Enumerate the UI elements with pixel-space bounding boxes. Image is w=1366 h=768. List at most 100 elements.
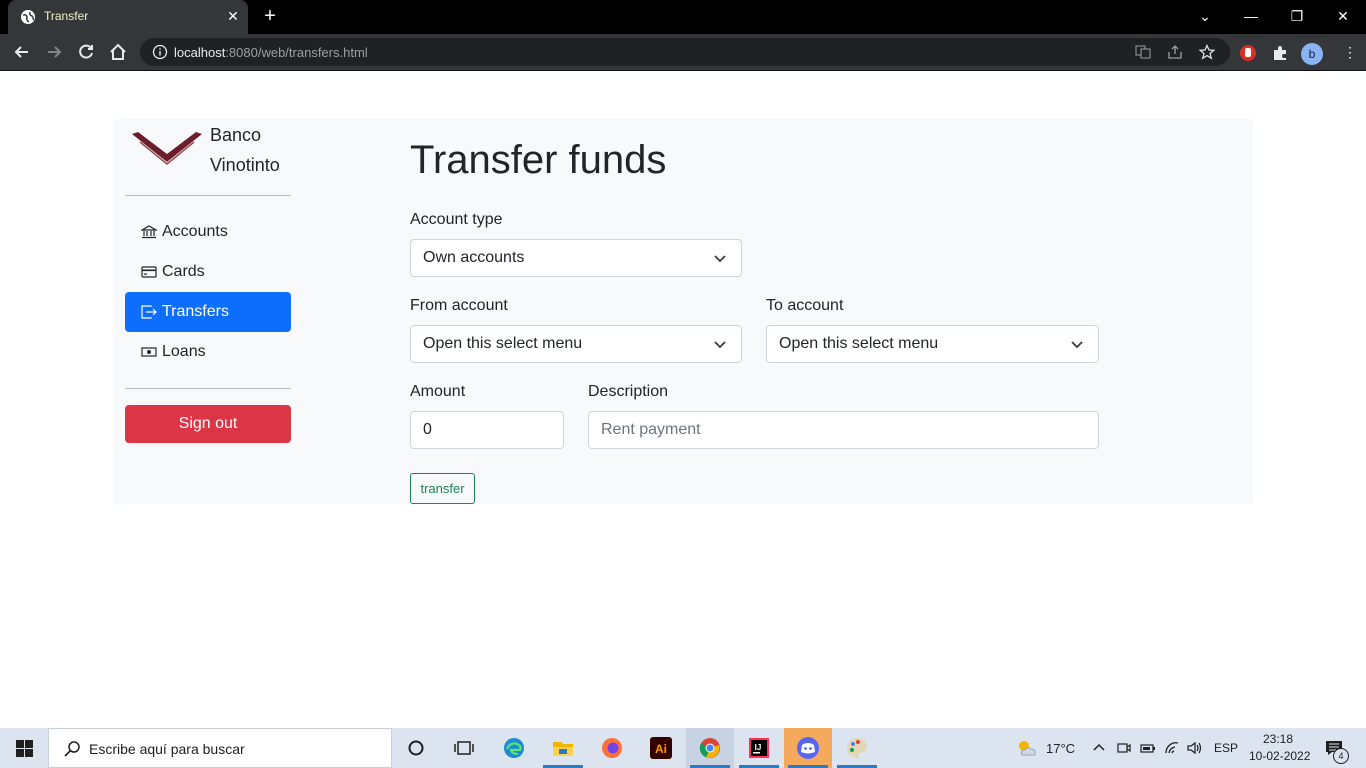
- clock-date[interactable]: 10-02-2022: [1249, 749, 1310, 763]
- description-placeholder: Rent payment: [601, 421, 701, 438]
- chevron-down-icon: [714, 341, 726, 349]
- illustrator-app[interactable]: Ai: [637, 728, 685, 768]
- chrome-divider: [0, 70, 1366, 71]
- site-info-icon[interactable]: [152, 44, 168, 60]
- taskbar-search-placeholder: Escribe aquí para buscar: [89, 741, 245, 757]
- intellij-icon: IJ: [749, 738, 769, 758]
- wifi-icon[interactable]: [1164, 740, 1180, 756]
- globe-icon: [21, 10, 35, 24]
- extension-red-icon[interactable]: [1239, 44, 1257, 62]
- battery-icon[interactable]: [1140, 740, 1156, 756]
- window-close-icon[interactable]: ✕: [1333, 6, 1353, 26]
- chevron-up-icon[interactable]: [1091, 740, 1107, 756]
- brand-name-line2: Vinotinto: [210, 155, 280, 175]
- account-type-select[interactable]: Own accounts: [410, 239, 742, 277]
- cortana-app[interactable]: [392, 728, 440, 768]
- to-account-label: To account: [766, 297, 844, 314]
- file-explorer-app[interactable]: [539, 728, 587, 768]
- firefox-icon: [602, 738, 622, 758]
- sidebar-item-label: Loans: [162, 343, 206, 360]
- sidebar-item-loans[interactable]: Loans: [125, 332, 291, 372]
- meet-now-icon[interactable]: [1116, 740, 1132, 756]
- minimize-icon[interactable]: —: [1241, 6, 1261, 26]
- paint-app[interactable]: [833, 728, 881, 768]
- intellij-app[interactable]: IJ: [735, 728, 783, 768]
- extensions-puzzle-icon[interactable]: [1271, 44, 1289, 62]
- translate-icon[interactable]: [1135, 44, 1151, 60]
- notification-count-badge: 4: [1333, 748, 1349, 764]
- from-account-value: Open this select menu: [423, 335, 583, 352]
- search-icon: [64, 741, 80, 757]
- os-taskbar: Escribe aquí para buscar Ai IJ 17°C ESP …: [0, 728, 1366, 768]
- firefox-app[interactable]: [588, 728, 636, 768]
- account-type-label: Account type: [410, 211, 503, 228]
- to-account-value: Open this select menu: [779, 335, 939, 352]
- box-arrow-right-icon: [141, 305, 157, 319]
- weather-temperature: 17°C: [1046, 741, 1076, 756]
- tab-title: Transfer: [44, 9, 89, 23]
- tab-close-icon[interactable]: ✕: [224, 7, 242, 25]
- chevron-down-icon: [714, 255, 726, 263]
- sidebar-divider: [125, 195, 291, 196]
- restore-icon[interactable]: ❐: [1287, 6, 1307, 26]
- discord-icon: [797, 737, 819, 759]
- bank-icon: [141, 225, 157, 239]
- from-account-select[interactable]: Open this select menu: [410, 325, 742, 363]
- browser-toolbar: localhost:8080/web/transfers.html b ⋮: [0, 34, 1366, 70]
- sidebar-divider: [125, 388, 291, 389]
- description-label: Description: [588, 383, 669, 400]
- paint-palette-icon: [847, 738, 867, 758]
- account-type-value: Own accounts: [423, 249, 525, 266]
- browser-tab-bar: Transfer ✕ + ⌄ — ❐ ✕: [0, 0, 1366, 34]
- brand-name-line1: Banco: [210, 125, 262, 145]
- bank-logo-icon: [132, 132, 202, 165]
- from-account-label: From account: [410, 297, 508, 314]
- amount-value: 0: [423, 421, 432, 438]
- volume-icon[interactable]: [1186, 740, 1202, 756]
- description-input[interactable]: Rent payment: [588, 411, 1099, 449]
- task-view-icon: [454, 741, 474, 755]
- sidebar-item-accounts[interactable]: Accounts: [125, 212, 291, 252]
- bookmark-star-icon[interactable]: [1199, 44, 1215, 60]
- browser-menu-icon[interactable]: ⋮: [1340, 42, 1360, 62]
- cash-icon: [141, 347, 157, 357]
- sidebar-item-label: Accounts: [162, 223, 228, 240]
- new-tab-icon[interactable]: +: [260, 6, 280, 26]
- home-icon[interactable]: [108, 42, 128, 62]
- svg-text:IJ: IJ: [755, 743, 762, 752]
- forward-icon[interactable]: [44, 42, 64, 62]
- edge-app[interactable]: [490, 728, 538, 768]
- weather-icon[interactable]: [1016, 739, 1038, 757]
- chrome-icon: [699, 738, 720, 758]
- sign-out-button[interactable]: Sign out: [125, 405, 291, 443]
- tab-search-icon[interactable]: ⌄: [1195, 6, 1215, 26]
- browser-tab[interactable]: Transfer ✕: [8, 0, 248, 34]
- sidebar-item-label: Cards: [162, 263, 205, 280]
- profile-avatar[interactable]: b: [1301, 43, 1323, 65]
- sidebar-item-cards[interactable]: Cards: [125, 252, 291, 292]
- cortana-circle-icon: [408, 740, 424, 756]
- discord-app[interactable]: [784, 728, 832, 768]
- task-view-app[interactable]: [440, 728, 488, 768]
- transfer-button[interactable]: transfer: [410, 473, 475, 504]
- address-bar[interactable]: localhost:8080/web/transfers.html: [140, 38, 1230, 66]
- sidebar-item-transfers[interactable]: Transfers: [125, 292, 291, 332]
- to-account-select[interactable]: Open this select menu: [766, 325, 1099, 363]
- share-icon[interactable]: [1167, 44, 1183, 60]
- back-icon[interactable]: [12, 42, 32, 62]
- clock-time[interactable]: 23:18: [1263, 732, 1293, 746]
- chrome-app[interactable]: [686, 728, 734, 768]
- page-title: Transfer funds: [410, 138, 667, 182]
- amount-input[interactable]: 0: [410, 411, 564, 449]
- svg-text:Ai: Ai: [655, 742, 667, 756]
- windows-start-icon[interactable]: [16, 740, 33, 757]
- taskbar-search-box[interactable]: Escribe aquí para buscar: [48, 728, 392, 768]
- amount-label: Amount: [410, 383, 466, 400]
- edge-icon: [504, 738, 524, 758]
- folder-icon: [553, 742, 573, 756]
- reload-icon[interactable]: [76, 42, 96, 62]
- url-text: localhost:8080/web/transfers.html: [174, 45, 368, 60]
- credit-card-icon: [141, 266, 157, 278]
- language-indicator[interactable]: ESP: [1214, 741, 1238, 755]
- sidebar-item-label: Transfers: [162, 303, 229, 320]
